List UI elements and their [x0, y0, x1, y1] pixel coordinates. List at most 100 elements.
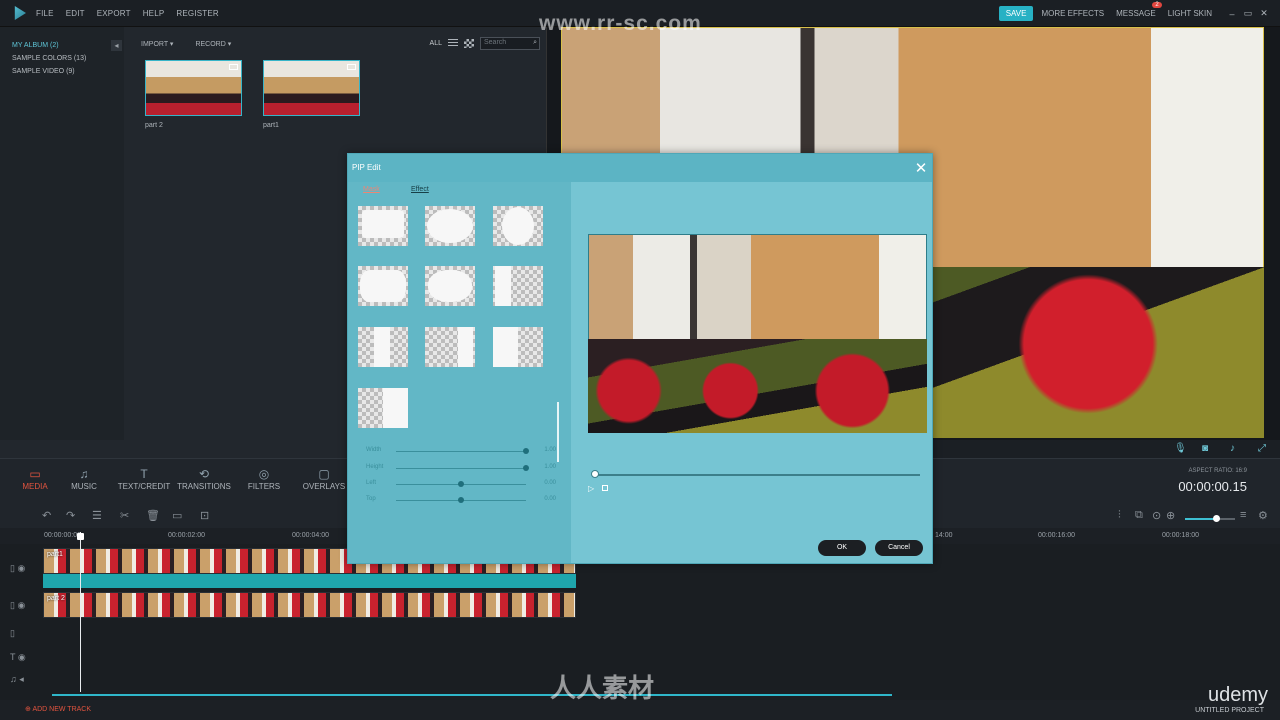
mask-ellipse-tall[interactable] — [493, 206, 543, 246]
filter-all[interactable]: ALL — [430, 40, 442, 47]
collapse-panel-icon[interactable]: ◂ — [111, 40, 122, 51]
delete-icon[interactable]: 🗑 — [146, 509, 160, 522]
album-item-sample-colors[interactable]: SAMPLE COLORS (13) — [0, 52, 124, 65]
ok-button[interactable]: OK — [818, 540, 866, 556]
zoom-slider-knob[interactable] — [1212, 515, 1220, 522]
cancel-button[interactable]: Cancel — [875, 540, 923, 556]
light-skin-link[interactable]: LIGHT SKIN — [1168, 9, 1212, 18]
track-header-text[interactable]: T ◉ — [0, 652, 40, 672]
fullscreen-icon[interactable]: ⤢ — [1258, 443, 1266, 454]
menu-help[interactable]: HELP — [143, 9, 165, 18]
zoom-slider-fill — [1185, 518, 1216, 520]
record-dropdown[interactable]: RECORD ▾ — [195, 40, 231, 48]
redo-icon[interactable]: ↷ — [66, 509, 75, 522]
menu-file[interactable]: FILE — [36, 9, 54, 18]
mask-right-third[interactable] — [425, 327, 475, 367]
album-item-my-album[interactable]: MY ALBUM (2) — [0, 39, 124, 52]
tab-effect[interactable]: Effect — [411, 186, 429, 193]
mask-left-half[interactable] — [493, 327, 543, 367]
snapshot-timeline-icon[interactable]: ⊡ — [200, 509, 209, 522]
track-list-icon[interactable]: ≡ — [1240, 509, 1246, 521]
import-dropdown[interactable]: IMPORT ▾ — [141, 40, 173, 48]
top-slider[interactable]: Top 0.00 — [366, 494, 556, 506]
save-button[interactable]: SAVE — [998, 6, 1034, 21]
tab-music-label: MUSIC — [71, 482, 97, 491]
close-icon[interactable]: ✕ — [1256, 8, 1272, 19]
height-slider[interactable]: Height 1.00 — [366, 462, 556, 474]
search-placeholder: Search — [484, 39, 507, 46]
timeline-clip-part2[interactable]: part 2 — [43, 592, 576, 618]
ruler-tick: 00:00:02:00 — [168, 532, 205, 539]
mask-right-half[interactable] — [358, 388, 408, 428]
grid-view-icon[interactable] — [464, 39, 474, 48]
add-new-track-button[interactable]: ⊕ ADD NEW TRACK — [25, 705, 91, 713]
zoom-slider[interactable] — [1185, 515, 1235, 522]
tab-text-label: TEXT/CREDIT — [117, 482, 171, 491]
track-header-video1[interactable]: ▯ ◉ — [0, 563, 40, 583]
mask-speech-bubble[interactable] — [358, 206, 408, 246]
volume-icon[interactable]: ♪ — [1230, 443, 1235, 454]
list-view-icon[interactable] — [448, 39, 458, 48]
left-slider[interactable]: Left 0.00 — [366, 478, 556, 490]
slider-knob[interactable] — [523, 465, 529, 471]
play-icon[interactable]: ▷ — [588, 484, 594, 493]
crop-icon[interactable]: ▭ — [172, 509, 182, 522]
undo-icon[interactable]: ↶ — [42, 509, 51, 522]
media-thumbnail-part1[interactable] — [263, 60, 360, 116]
timeline-scrollbar[interactable] — [52, 694, 892, 696]
clip-selection-bar[interactable] — [43, 574, 576, 588]
pip-progress-track[interactable] — [593, 474, 920, 476]
cut-icon[interactable]: ✂ — [120, 509, 129, 522]
app-logo-icon — [14, 6, 26, 20]
media-view-controls: ALL Search ⌕ — [430, 37, 540, 50]
slider-label: Height — [366, 464, 384, 470]
slider-knob[interactable] — [458, 481, 464, 487]
snapshot-icon[interactable]: ◙ — [1202, 443, 1208, 454]
mask-shape — [502, 207, 534, 245]
close-icon[interactable]: ✕ — [914, 159, 928, 177]
minimize-icon[interactable]: – — [1224, 9, 1240, 19]
project-name: UNTITLED PROJECT — [1195, 707, 1264, 714]
playhead-handle[interactable] — [77, 533, 84, 540]
zoom-fit-icon[interactable]: ⊙ — [1152, 509, 1161, 522]
pip-progress-knob[interactable] — [591, 470, 599, 478]
maximize-icon[interactable]: ▭ — [1240, 8, 1256, 19]
add-new-track-label: ADD NEW TRACK — [32, 706, 92, 713]
mask-ellipse-wide[interactable] — [425, 206, 475, 246]
menu-register[interactable]: REGISTER — [176, 9, 219, 18]
search-input[interactable]: Search ⌕ — [480, 37, 540, 50]
tab-mask[interactable]: Mask — [363, 186, 380, 193]
microphone-icon[interactable]: 🎙 — [1174, 443, 1187, 454]
adjust-icon[interactable]: ☰ — [92, 509, 102, 522]
media-label-part1: part1 — [263, 122, 279, 129]
message-link[interactable]: MESSAGE 2 — [1116, 2, 1162, 18]
width-slider[interactable]: Width 1.00 — [366, 445, 556, 457]
mask-cloud[interactable] — [425, 266, 475, 306]
audio-mixer-icon[interactable]: ⫶ — [1118, 509, 1121, 522]
search-icon[interactable]: ⌕ — [533, 39, 537, 47]
mask-left-strip[interactable] — [493, 266, 543, 306]
track-header-music[interactable]: ♫ ◂ — [0, 674, 40, 694]
mask-list-scrollbar[interactable] — [557, 402, 559, 462]
menu-export[interactable]: EXPORT — [97, 9, 131, 18]
slider-label: Top — [366, 496, 376, 502]
slider-knob[interactable] — [523, 448, 529, 454]
mask-shape — [427, 209, 473, 243]
menu-edit[interactable]: EDIT — [66, 9, 85, 18]
zoom-in-icon[interactable]: ⊕ — [1166, 509, 1175, 522]
slider-knob[interactable] — [458, 497, 464, 503]
mask-center-strip[interactable] — [358, 327, 408, 367]
playhead-line[interactable] — [80, 532, 81, 692]
track-header-pip1[interactable]: ▯ ◉ — [0, 600, 40, 620]
stop-icon[interactable] — [602, 485, 608, 491]
mask-shape — [428, 270, 472, 302]
media-thumbnail-part2[interactable] — [145, 60, 242, 116]
mask-wave[interactable] — [358, 266, 408, 306]
settings-icon[interactable]: ⚙ — [1258, 509, 1268, 522]
render-icon[interactable]: ⧉ — [1135, 509, 1143, 522]
more-effects-link[interactable]: MORE EFFECTS — [1041, 9, 1104, 18]
video-editor-window: FILE EDIT EXPORT HELP REGISTER SAVE MORE… — [0, 0, 1280, 720]
track-header-pip2[interactable]: ▯ — [0, 628, 40, 648]
album-item-sample-video[interactable]: SAMPLE VIDEO (9) — [0, 65, 124, 78]
album-panel: MY ALBUM (2) SAMPLE COLORS (13) SAMPLE V… — [0, 27, 124, 440]
